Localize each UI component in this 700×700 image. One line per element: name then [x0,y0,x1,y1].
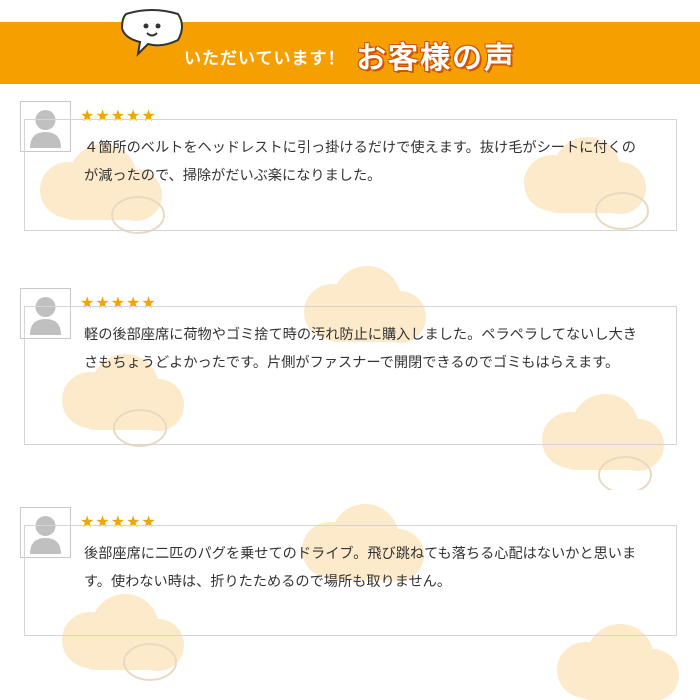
review-card: 後部座席に二匹のパグを乗せてのドライブ。飛び跳ねても落ちる心配はないかと思います… [24,525,677,636]
review-card: 軽の後部座席に荷物やゴミ捨て時の汚れ防止に購入しました。ペラペラしてないし大きさ… [24,306,677,445]
header-banner [0,22,700,84]
review-text: ４箇所のベルトをヘッドレストに引っ掛けるだけで使えます。抜け毛がシートに付くのが… [84,140,636,184]
review-card: ４箇所のベルトをヘッドレストに引っ掛けるだけで使えます。抜け毛がシートに付くのが… [24,119,677,231]
speech-bubble-face-icon [120,9,183,57]
review-text: 軽の後部座席に荷物やゴミ捨て時の汚れ防止に購入しました。ペラペラしてないし大きさ… [84,327,637,371]
page-title: お客様の声 [356,41,516,76]
review-text: 後部座席に二匹のパグを乗せてのドライブ。飛び跳ねても落ちる心配はないかと思います… [84,546,637,590]
header-lead-text: いただいています！ [184,49,346,69]
